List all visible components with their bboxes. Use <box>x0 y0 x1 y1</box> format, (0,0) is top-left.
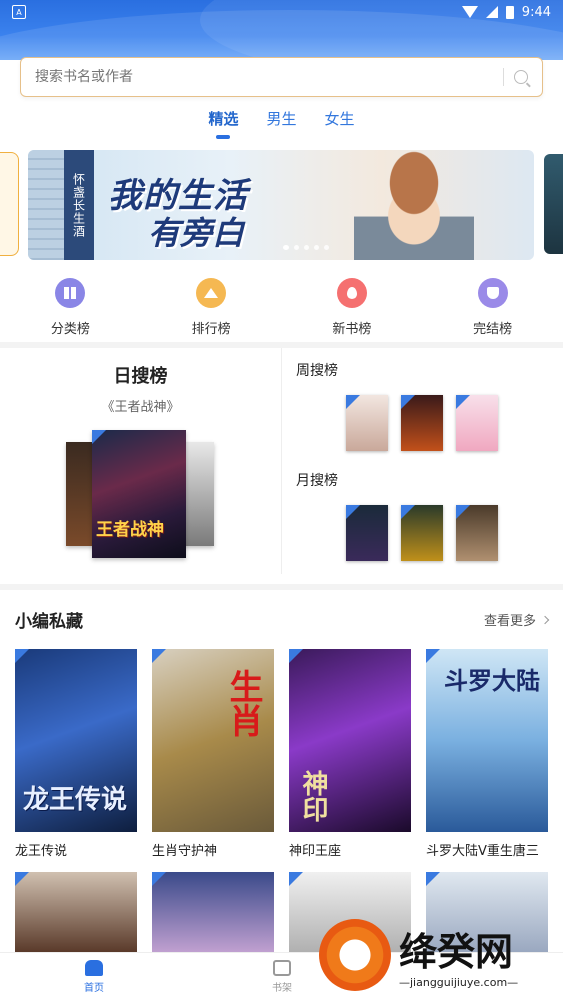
crown-icon <box>196 278 227 308</box>
search-icon[interactable] <box>514 70 528 84</box>
search-bar[interactable] <box>20 57 543 97</box>
book-cover[interactable] <box>152 872 274 952</box>
book-card[interactable]: 神印 神印王座 <box>289 649 411 859</box>
category-icon <box>55 278 86 308</box>
notification-icon: A <box>12 5 26 19</box>
search-divider <box>503 68 504 86</box>
monthly-ranking-label[interactable]: 月搜榜 <box>296 470 338 490</box>
bookshelf-icon <box>273 959 291 976</box>
nav-bookshelf-label: 书架 <box>272 982 292 994</box>
quick-links: 分类榜 排行榜 新书榜 完结榜 <box>0 278 563 337</box>
free-badge <box>426 649 440 663</box>
tab-male[interactable]: 男生 <box>266 108 296 139</box>
daily-featured-book: 《王者战神》 <box>101 400 180 415</box>
monthly-covers <box>346 505 498 561</box>
book-cover[interactable]: 神印 <box>289 649 411 832</box>
cover-title: 神印 <box>298 770 328 822</box>
view-more-link[interactable]: 查看更多 <box>483 610 550 629</box>
daily-cover-stack[interactable]: 王者战神 <box>66 430 216 560</box>
quick-link-new[interactable]: 新书榜 <box>282 278 423 337</box>
carousel-dot[interactable] <box>324 245 329 250</box>
free-badge <box>15 649 29 663</box>
free-badge <box>92 430 106 444</box>
editor-picks-grid: 龙王传说 龙王传说 生肖 生肖守护神 神印 神印王座 斗罗大陆 斗罗大陆V重生唐… <box>15 649 548 859</box>
editor-picks-header: 小编私藏 查看更多 <box>15 607 550 632</box>
carousel-dot[interactable] <box>314 245 319 250</box>
quick-link-finished[interactable]: 完结榜 <box>422 278 563 337</box>
book-cover[interactable] <box>401 395 443 451</box>
weekly-ranking-label[interactable]: 周搜榜 <box>296 360 338 380</box>
banner-character-art <box>354 150 474 260</box>
carousel-dot[interactable] <box>294 245 299 250</box>
search-input[interactable] <box>35 69 493 85</box>
banner-next-card[interactable] <box>544 154 563 254</box>
cover-title: 王者战神 <box>96 520 164 540</box>
banner-building-art <box>28 150 64 260</box>
tab-female[interactable]: 女生 <box>325 108 355 139</box>
weekly-monthly-ranking: 周搜榜 月搜榜 <box>282 348 563 578</box>
watermark-url: —jiangguijiuye.com— <box>399 976 519 989</box>
book-cover[interactable] <box>346 505 388 561</box>
book-card[interactable]: 斗罗大陆 斗罗大陆V重生唐三 <box>426 649 548 859</box>
carousel-dot[interactable] <box>304 245 309 250</box>
cover-title: 生肖 <box>223 669 263 737</box>
status-time: 9:44 <box>521 4 551 20</box>
book-cover[interactable] <box>401 505 443 561</box>
carousel-dot[interactable] <box>283 245 289 250</box>
book-cover[interactable] <box>456 505 498 561</box>
free-badge <box>152 649 166 663</box>
book-title: 斗罗大陆V重生唐三 <box>426 844 539 859</box>
view-more-label: 查看更多 <box>483 614 536 629</box>
site-watermark: 绛癸网 —jiangguijiuye.com— <box>319 915 549 995</box>
book-card[interactable]: 龙王传说 龙王传说 <box>15 649 137 859</box>
banner-vertical-text: 怀盏长生酒 <box>64 150 94 260</box>
carousel-dots <box>283 245 329 250</box>
watermark-title: 绛癸网 <box>399 930 514 974</box>
banner-prev-card[interactable] <box>0 152 19 256</box>
section-divider <box>0 584 563 590</box>
quick-link-label: 完结榜 <box>473 322 513 337</box>
book-cover[interactable]: 生肖 <box>152 649 274 832</box>
book-cover[interactable] <box>346 395 388 451</box>
book-cover[interactable]: 王者战神 <box>92 430 186 558</box>
free-badge <box>289 649 303 663</box>
book-card[interactable]: 生肖 生肖守护神 <box>152 649 274 859</box>
book-title: 生肖守护神 <box>152 844 218 859</box>
search-rankings: 日搜榜 《王者战神》 王者战神 周搜榜 月搜榜 <box>0 348 563 578</box>
badge-icon <box>477 278 508 308</box>
banner-slide[interactable]: 怀盏长生酒 我的生活 有旁白 <box>28 150 534 260</box>
quick-link-label: 新书榜 <box>332 322 372 337</box>
weekly-covers <box>346 395 498 451</box>
book-cover[interactable]: 斗罗大陆 <box>426 649 548 832</box>
category-tabs: 精选 男生 女生 <box>0 108 563 139</box>
quick-link-label: 排行榜 <box>191 322 231 337</box>
book-cover[interactable] <box>15 872 137 952</box>
book-title: 龙王传说 <box>15 844 68 859</box>
tab-featured[interactable]: 精选 <box>208 108 238 139</box>
wifi-icon <box>461 6 478 18</box>
watermark-logo-icon <box>319 919 391 991</box>
home-icon <box>85 959 103 976</box>
signal-icon <box>485 6 498 18</box>
quick-link-label: 分类榜 <box>50 322 90 337</box>
book-cover[interactable]: 龙王传说 <box>15 649 137 832</box>
battery-icon <box>505 5 514 19</box>
quick-link-ranking[interactable]: 排行榜 <box>141 278 282 337</box>
banner-title-line2: 有旁白 <box>148 214 245 252</box>
nav-home-label: 首页 <box>84 982 104 994</box>
status-bar: A 9:44 <box>0 0 563 24</box>
flame-icon <box>336 278 367 308</box>
book-cover[interactable] <box>456 395 498 451</box>
book-title: 神印王座 <box>289 844 342 859</box>
chevron-right-icon <box>540 615 550 624</box>
quick-link-category[interactable]: 分类榜 <box>0 278 141 337</box>
daily-ranking[interactable]: 日搜榜 《王者战神》 王者战神 <box>0 348 281 578</box>
nav-home[interactable]: 首页 <box>0 953 188 1000</box>
cover-title: 斗罗大陆 <box>444 667 540 695</box>
daily-ranking-title: 日搜榜 <box>113 366 168 387</box>
banner-carousel[interactable]: 怀盏长生酒 我的生活 有旁白 <box>0 150 563 260</box>
editor-picks-title: 小编私藏 <box>15 612 83 632</box>
cover-title: 龙王传说 <box>23 785 128 815</box>
